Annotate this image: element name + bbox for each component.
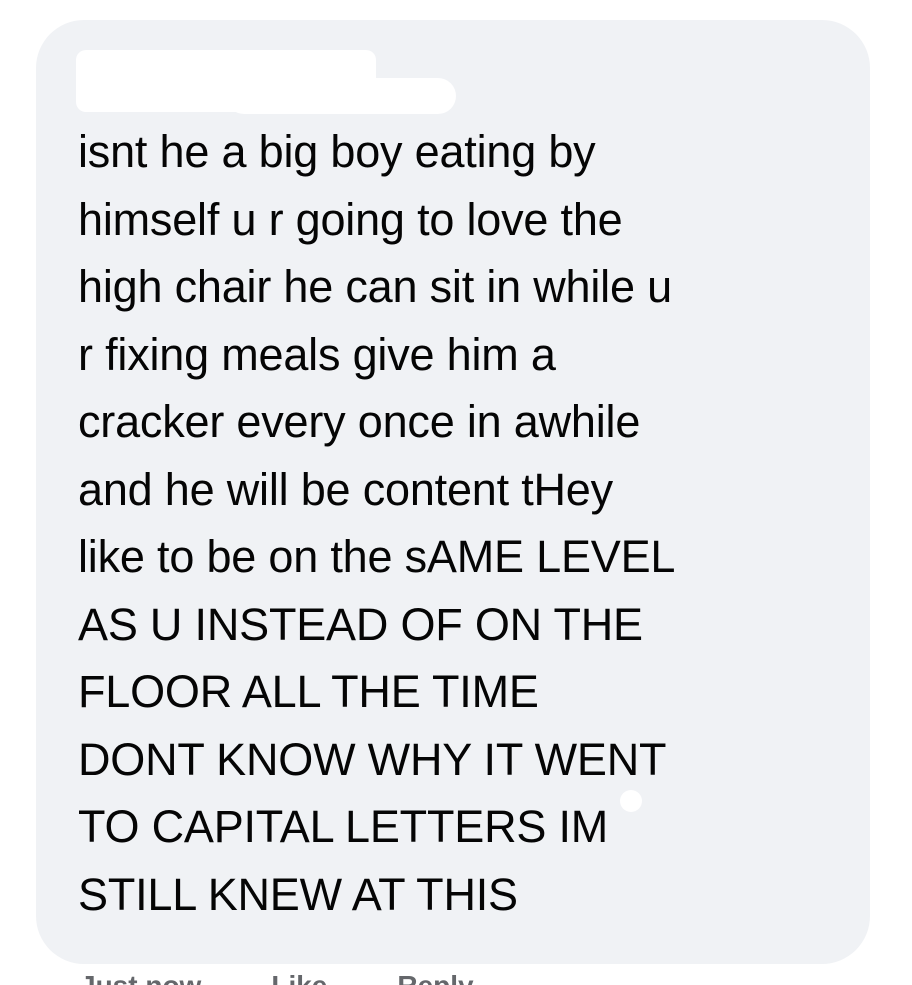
reply-button[interactable]: Reply [397, 970, 473, 985]
comment-actions: Just now Like Reply [80, 970, 474, 985]
comment-author[interactable] [76, 50, 456, 114]
like-button[interactable]: Like [271, 970, 327, 985]
comment-timestamp[interactable]: Just now [80, 970, 201, 985]
comment-screenshot: isnt he a big boy eating by himself u r … [0, 0, 912, 985]
comment-bubble: isnt he a big boy eating by himself u r … [36, 20, 870, 964]
redaction-dot [620, 790, 642, 812]
comment-text: isnt he a big boy eating by himself u r … [78, 126, 676, 920]
redaction-mark [116, 54, 376, 94]
